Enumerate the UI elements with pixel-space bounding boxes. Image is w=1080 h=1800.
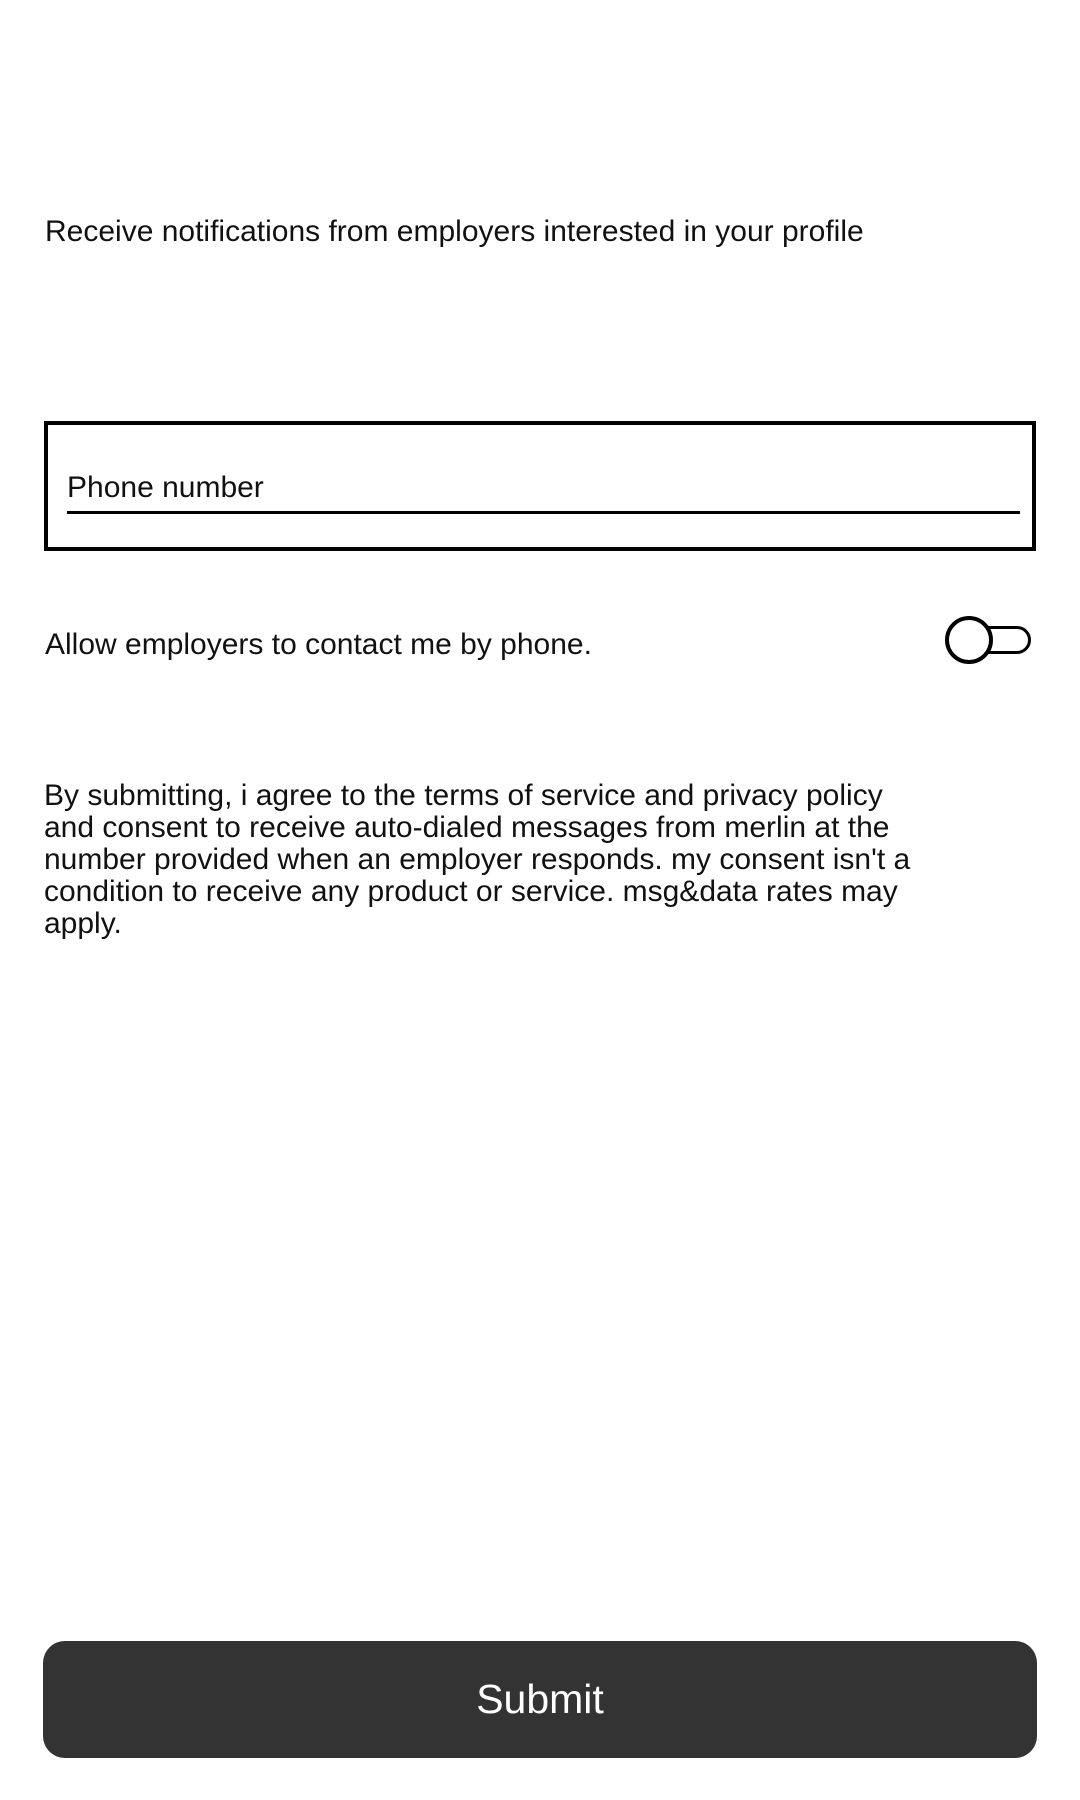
submit-button[interactable]: Submit	[43, 1641, 1037, 1758]
consent-disclaimer: By submitting, i agree to the terms of s…	[44, 779, 911, 940]
contact-by-phone-label: Allow employers to contact me by phone.	[45, 628, 592, 661]
contact-by-phone-toggle[interactable]	[943, 612, 1033, 668]
notifications-description: Receive notifications from employers int…	[45, 215, 864, 248]
phone-number-input[interactable]	[67, 465, 1020, 514]
phone-number-field[interactable]	[44, 421, 1036, 551]
toggle-knob	[945, 616, 993, 664]
